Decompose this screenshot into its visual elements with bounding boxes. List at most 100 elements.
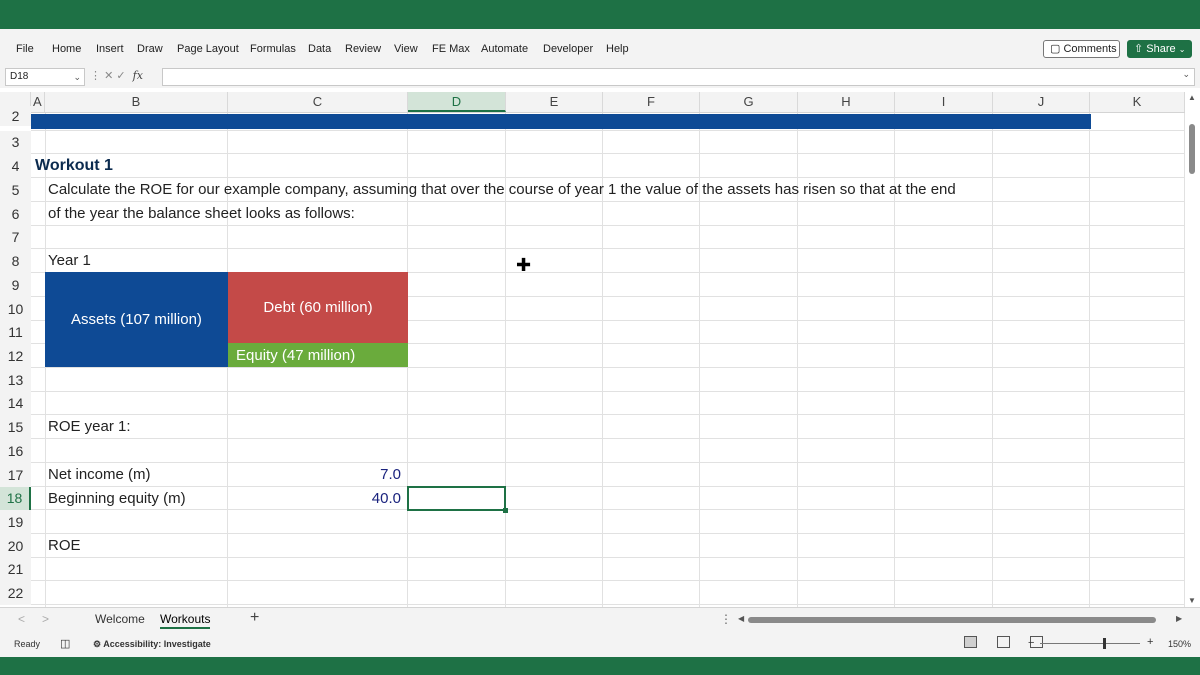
insert-function-icon[interactable]: fx [133, 69, 143, 82]
scroll-down-icon[interactable]: ▼ [1188, 596, 1196, 605]
zoom-level[interactable]: 150% [1168, 639, 1191, 649]
more-icon[interactable]: ⋮ [720, 612, 732, 626]
accessibility-status[interactable]: ⚙ Accessibility: Investigate [93, 639, 211, 650]
page-layout-view-icon[interactable] [997, 636, 1010, 648]
cancel-icon[interactable]: ✕ [104, 70, 113, 82]
tab-insert[interactable]: Insert [96, 43, 124, 55]
comments-label: Comments [1063, 43, 1117, 55]
row-header-15[interactable]: 15 [0, 415, 31, 439]
more-icon[interactable]: ⋮ [90, 70, 101, 82]
zoom-in-icon[interactable]: + [1147, 636, 1153, 648]
column-header-i[interactable]: I [895, 92, 993, 112]
tab-formulas[interactable]: Formulas [250, 43, 296, 55]
column-header-b[interactable]: B [45, 92, 228, 112]
tab-review[interactable]: Review [345, 43, 381, 55]
row-header-3[interactable]: 3 [0, 131, 31, 154]
gridline [31, 391, 1186, 392]
share-button[interactable]: ⇧ Share ⌄ [1127, 40, 1192, 58]
beginning-equity-value[interactable]: 40.0 [300, 489, 401, 509]
gridline [31, 130, 1186, 131]
column-header-k[interactable]: K [1090, 92, 1185, 112]
row-header-7[interactable]: 7 [0, 226, 31, 249]
column-header-a[interactable]: A [31, 92, 45, 112]
row-header-19[interactable]: 19 [0, 510, 31, 534]
sheet-tab-welcome[interactable]: Welcome [95, 612, 145, 626]
zoom-slider[interactable] [1040, 643, 1140, 644]
roe-year-label: ROE year 1: [48, 418, 131, 435]
name-box-value: D18 [10, 71, 29, 82]
tab-view[interactable]: View [394, 43, 418, 55]
formula-bar: D18 ⌄ ⋮ ✕ ✓ fx ⌄ [0, 66, 1200, 88]
row-header-11[interactable]: 11 [0, 321, 31, 344]
add-sheet-icon[interactable]: + [250, 609, 259, 627]
vertical-scrollbar[interactable]: ▲ ▼ [1185, 92, 1200, 607]
sheet-tab-workouts[interactable]: Workouts [160, 612, 211, 629]
chevron-down-icon: ⌄ [1178, 45, 1186, 54]
assets-box: Assets (107 million) [45, 272, 228, 367]
gridline [31, 557, 1186, 558]
row-header-20[interactable]: 20 [0, 534, 31, 558]
column-header-j[interactable]: J [993, 92, 1090, 112]
macro-record-icon[interactable]: ◫ [60, 637, 70, 650]
row-header-9[interactable]: 9 [0, 273, 31, 297]
expand-icon[interactable]: ⌄ [1182, 69, 1190, 80]
tab-data[interactable]: Data [308, 43, 331, 55]
row-header-13[interactable]: 13 [0, 368, 31, 392]
row-header-14[interactable]: 14 [0, 392, 31, 415]
comments-button[interactable]: ▢ Comments [1043, 40, 1120, 58]
row-header-10[interactable]: 10 [0, 297, 31, 321]
normal-view-icon[interactable] [964, 636, 977, 648]
gridline [31, 367, 1186, 368]
debt-box: Debt (60 million) [228, 272, 408, 343]
vertical-scroll-thumb[interactable] [1189, 124, 1195, 174]
row-header-18[interactable]: 18 [0, 487, 31, 510]
column-header-d[interactable]: D [408, 92, 506, 112]
share-label: Share [1146, 43, 1176, 55]
chevron-down-icon[interactable]: ⌄ [73, 69, 81, 85]
zoom-out-icon[interactable]: − [1028, 637, 1034, 649]
column-header-g[interactable]: G [700, 92, 798, 112]
scroll-right-icon[interactable]: ▶ [1176, 614, 1182, 623]
column-headers: A B C D E F G H I J K [0, 92, 1185, 113]
column-header-e[interactable]: E [506, 92, 603, 112]
horizontal-scrollbar[interactable]: ◀ ▶ [738, 614, 1186, 624]
row-header-12[interactable]: 12 [0, 344, 31, 368]
year-label: Year 1 [48, 252, 91, 269]
horizontal-scroll-thumb[interactable] [748, 617, 1156, 623]
prev-sheet-icon[interactable]: < [18, 612, 25, 626]
row-header-2[interactable]: 2 [0, 106, 31, 126]
next-sheet-icon[interactable]: > [42, 612, 49, 626]
tab-home[interactable]: Home [52, 43, 81, 55]
tab-fe-max[interactable]: FE Max [432, 43, 470, 55]
tab-file[interactable]: File [16, 43, 34, 55]
column-header-f[interactable]: F [603, 92, 700, 112]
formula-icons: ⋮ ✕ ✓ fx [90, 69, 143, 82]
tab-developer[interactable]: Developer [543, 43, 593, 55]
row-header-16[interactable]: 16 [0, 439, 31, 463]
zoom-slider-handle[interactable] [1103, 638, 1106, 649]
row-header-5[interactable]: 5 [0, 178, 31, 202]
row-header-6[interactable]: 6 [0, 202, 31, 226]
gridline [31, 509, 1186, 510]
confirm-icon[interactable]: ✓ [116, 70, 125, 82]
tab-help[interactable]: Help [606, 43, 629, 55]
tab-automate[interactable]: Automate [481, 43, 528, 55]
column-header-c[interactable]: C [228, 92, 408, 112]
gridline [31, 580, 1186, 581]
tab-page-layout[interactable]: Page Layout [177, 43, 239, 55]
formula-input[interactable]: ⌄ [162, 68, 1195, 86]
scroll-up-icon[interactable]: ▲ [1188, 93, 1196, 102]
active-cell-d18[interactable] [407, 486, 508, 513]
row-header-17[interactable]: 17 [0, 463, 31, 487]
net-income-value[interactable]: 7.0 [300, 465, 401, 485]
name-box[interactable]: D18 ⌄ [5, 68, 85, 86]
row-header-22[interactable]: 22 [0, 581, 31, 605]
row-header-4[interactable]: 4 [0, 154, 31, 178]
row-header-21[interactable]: 21 [0, 558, 31, 581]
header-banner [31, 114, 1091, 129]
scroll-left-icon[interactable]: ◀ [738, 614, 744, 623]
status-ready: Ready [14, 639, 41, 649]
column-header-h[interactable]: H [798, 92, 895, 112]
tab-draw[interactable]: Draw [137, 43, 163, 55]
row-header-8[interactable]: 8 [0, 249, 31, 273]
